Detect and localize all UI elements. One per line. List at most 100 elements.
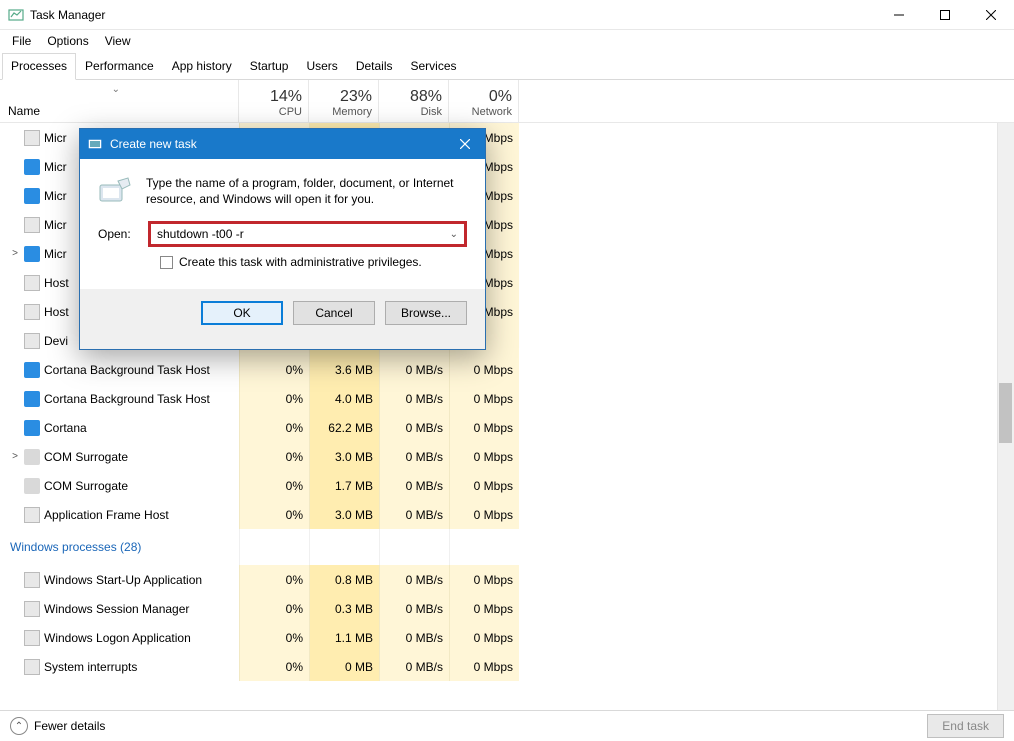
run-icon — [98, 175, 132, 209]
dialog-close-button[interactable] — [445, 129, 485, 159]
process-name: COM Surrogate — [44, 450, 128, 464]
memory-cell: 4.0 MB — [309, 384, 379, 413]
process-icon — [24, 217, 40, 233]
process-row[interactable]: Windows Logon Application0%1.1 MB0 MB/s0… — [0, 623, 1014, 652]
memory-cell: 0 MB — [309, 652, 379, 681]
vertical-scrollbar[interactable] — [997, 123, 1014, 710]
column-name[interactable]: ⌄ Name — [0, 80, 239, 122]
chevron-down-icon[interactable]: ⌄ — [450, 229, 458, 240]
minimize-button[interactable] — [876, 0, 922, 30]
tab-bar: ProcessesPerformanceApp historyStartupUs… — [0, 52, 1014, 80]
network-cell: 0 Mbps — [449, 355, 519, 384]
process-name: Micr — [44, 247, 67, 261]
process-row[interactable]: COM Surrogate0%1.7 MB0 MB/s0 Mbps — [0, 471, 1014, 500]
process-name: Host — [44, 276, 69, 290]
scrollbar-thumb[interactable] — [999, 383, 1012, 443]
tab-details[interactable]: Details — [347, 53, 402, 80]
column-memory[interactable]: 23% Memory — [309, 80, 379, 122]
process-icon — [24, 572, 40, 588]
memory-cell: 0.3 MB — [309, 594, 379, 623]
ok-button[interactable]: OK — [201, 301, 283, 325]
process-row[interactable]: Application Frame Host0%3.0 MB0 MB/s0 Mb… — [0, 500, 1014, 529]
column-cpu[interactable]: 14% CPU — [239, 80, 309, 122]
memory-cell: 62.2 MB — [309, 413, 379, 442]
open-label: Open: — [98, 227, 138, 241]
column-name-label: Name — [8, 104, 40, 118]
process-icon — [24, 391, 40, 407]
process-row[interactable]: System interrupts0%0 MB0 MB/s0 Mbps — [0, 652, 1014, 681]
memory-pct: 23% — [340, 88, 372, 106]
process-icon — [24, 333, 40, 349]
dialog-title-bar[interactable]: Create new task — [80, 129, 485, 159]
fewer-details-toggle[interactable]: ⌃ Fewer details — [10, 717, 927, 735]
admin-label: Create this task with administrative pri… — [179, 255, 422, 269]
process-name: Application Frame Host — [44, 508, 169, 522]
task-manager-icon — [8, 7, 24, 23]
cpu-cell: 0% — [239, 384, 309, 413]
process-name: Micr — [44, 160, 67, 174]
expand-icon[interactable]: > — [8, 248, 22, 259]
process-icon — [24, 601, 40, 617]
process-icon — [24, 659, 40, 675]
run-dialog-icon — [88, 136, 104, 152]
process-name: Windows Start-Up Application — [44, 573, 202, 587]
network-cell: 0 Mbps — [449, 652, 519, 681]
menu-view[interactable]: View — [97, 31, 139, 51]
maximize-button[interactable] — [922, 0, 968, 30]
cpu-label: CPU — [279, 106, 302, 118]
network-cell: 0 Mbps — [449, 500, 519, 529]
browse-button[interactable]: Browse... — [385, 301, 467, 325]
cpu-cell: 0% — [239, 652, 309, 681]
dialog-intro-text: Type the name of a program, folder, docu… — [146, 175, 467, 209]
disk-cell: 0 MB/s — [379, 355, 449, 384]
process-row[interactable]: >COM Surrogate0%3.0 MB0 MB/s0 Mbps — [0, 442, 1014, 471]
process-row[interactable]: Windows Start-Up Application0%0.8 MB0 MB… — [0, 565, 1014, 594]
window-controls — [876, 0, 1014, 30]
memory-cell: 3.6 MB — [309, 355, 379, 384]
column-disk[interactable]: 88% Disk — [379, 80, 449, 122]
disk-cell: 0 MB/s — [379, 384, 449, 413]
admin-checkbox[interactable] — [160, 256, 173, 269]
open-combobox[interactable]: ⌄ — [148, 221, 467, 247]
process-icon — [24, 188, 40, 204]
process-icon — [24, 130, 40, 146]
tab-services[interactable]: Services — [402, 53, 466, 80]
disk-cell: 0 MB/s — [379, 442, 449, 471]
process-row[interactable]: Cortana0%62.2 MB0 MB/s0 Mbps — [0, 413, 1014, 442]
column-network[interactable]: 0% Network — [449, 80, 519, 122]
expand-icon[interactable]: > — [8, 451, 22, 462]
sort-chevron-icon: ⌄ — [112, 84, 120, 95]
end-task-button[interactable]: End task — [927, 714, 1004, 738]
menu-options[interactable]: Options — [39, 31, 96, 51]
network-cell: 0 Mbps — [449, 471, 519, 500]
process-name: Windows Session Manager — [44, 602, 189, 616]
menu-file[interactable]: File — [4, 31, 39, 51]
process-icon — [24, 275, 40, 291]
disk-pct: 88% — [410, 88, 442, 106]
cpu-cell: 0% — [239, 413, 309, 442]
cpu-pct: 14% — [270, 88, 302, 106]
process-icon — [24, 420, 40, 436]
process-icon — [24, 304, 40, 320]
tab-app-history[interactable]: App history — [163, 53, 241, 80]
menu-bar: File Options View — [0, 30, 1014, 52]
tab-performance[interactable]: Performance — [76, 53, 163, 80]
network-cell: 0 Mbps — [449, 413, 519, 442]
title-bar: Task Manager — [0, 0, 1014, 30]
close-button[interactable] — [968, 0, 1014, 30]
process-icon — [24, 507, 40, 523]
open-input[interactable] — [157, 227, 450, 241]
disk-cell: 0 MB/s — [379, 652, 449, 681]
create-task-dialog: Create new task Type the name of a progr… — [79, 128, 486, 350]
process-name: Cortana — [44, 421, 87, 435]
process-row[interactable]: Cortana Background Task Host0%4.0 MB0 MB… — [0, 384, 1014, 413]
tab-startup[interactable]: Startup — [241, 53, 298, 80]
tab-users[interactable]: Users — [297, 53, 346, 80]
tab-processes[interactable]: Processes — [2, 53, 76, 80]
cancel-button[interactable]: Cancel — [293, 301, 375, 325]
process-row[interactable]: Cortana Background Task Host0%3.6 MB0 MB… — [0, 355, 1014, 384]
memory-cell: 3.0 MB — [309, 500, 379, 529]
cpu-cell: 0% — [239, 500, 309, 529]
column-headers: ⌄ Name 14% CPU 23% Memory 88% Disk 0% Ne… — [0, 80, 1014, 123]
process-row[interactable]: Windows Session Manager0%0.3 MB0 MB/s0 M… — [0, 594, 1014, 623]
